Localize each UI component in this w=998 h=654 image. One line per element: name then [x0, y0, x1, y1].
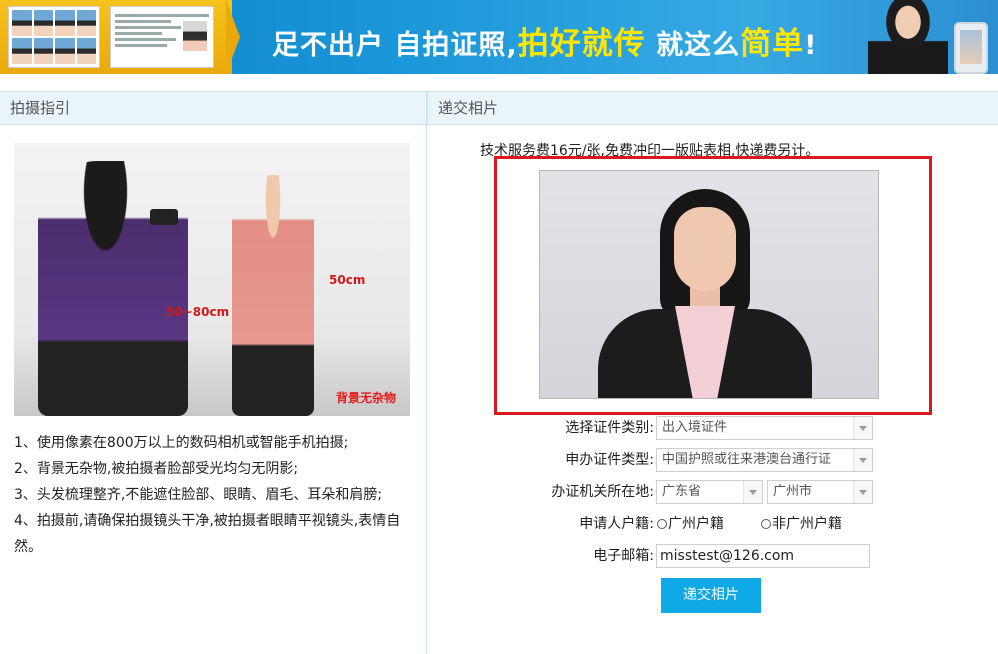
email-label: 电子邮箱: — [593, 548, 654, 564]
slogan-text-1: 足不出户 自拍证照, — [272, 30, 518, 61]
banner-person-image — [868, 0, 948, 74]
household-option-local: 广州户籍 — [668, 516, 724, 532]
subject-figure — [232, 175, 314, 416]
slogan-highlight-2: 简单 — [740, 26, 805, 62]
photo-highlight-frame — [494, 156, 932, 415]
radio-icon[interactable] — [761, 519, 771, 529]
form-sample-image — [110, 6, 214, 68]
column-divider — [426, 91, 427, 654]
camera-icon — [150, 209, 178, 225]
doc-type-label: 选择证件类别: — [565, 420, 654, 436]
apply-type-label: 申办证件类型: — [565, 452, 654, 468]
household-radio-nonlocal[interactable]: 非广州户籍 — [761, 512, 842, 536]
submit-heading: 递交相片 — [427, 91, 998, 125]
instruction-item: 4、拍摄前,请确保拍摄镜头干净,被拍摄者眼睛平视镜头,表情自然。 — [14, 513, 401, 555]
household-option-nonlocal: 非广州户籍 — [772, 516, 842, 532]
background-note-label: 背景无杂物 — [336, 391, 397, 405]
chevron-down-icon — [853, 417, 872, 439]
top-banner: 足不出户 自拍证照,拍好就传 就这么简单! — [0, 0, 998, 74]
chevron-down-icon — [743, 481, 762, 503]
location-label: 办证机关所在地: — [551, 484, 654, 500]
banner-slogan: 足不出户 自拍证照,拍好就传 就这么简单! — [272, 18, 817, 63]
province-value: 广东省 — [662, 484, 702, 499]
slogan-highlight-1: 拍好就传 — [517, 26, 646, 62]
city-select[interactable]: 广州市 — [767, 480, 873, 504]
background-distance-label: 50cm — [329, 273, 366, 287]
submit-photo-button[interactable]: 递交相片 — [661, 578, 761, 613]
doc-type-value: 出入境证件 — [662, 420, 728, 435]
slogan-text-2: 就这么 — [645, 30, 741, 61]
instruction-list: 1、使用像素在800万以上的数码相机或智能手机拍摄; 2、背景无杂物,被拍摄者脸… — [14, 430, 414, 560]
photographer-figure — [38, 161, 188, 416]
province-select[interactable]: 广东省 — [656, 480, 763, 504]
city-value: 广州市 — [773, 484, 813, 499]
radio-icon[interactable] — [657, 519, 667, 529]
apply-type-select[interactable]: 中国护照或往来港澳台通行证 — [656, 448, 873, 472]
instruction-item: 3、头发梳理整齐,不能遮住脸部、眼睛、眉毛、耳朵和肩膀; — [14, 487, 383, 503]
household-radio-local[interactable]: 广州户籍 — [657, 512, 724, 536]
apply-type-value: 中国护照或往来港澳台通行证 — [662, 452, 832, 467]
email-input[interactable]: misstest@126.com — [656, 544, 870, 568]
household-label: 申请人户籍: — [579, 516, 654, 532]
chevron-down-icon — [853, 481, 872, 503]
guide-heading: 拍摄指引 — [0, 91, 426, 125]
phone-icon — [954, 22, 988, 74]
distance-label: 50~80cm — [166, 305, 230, 319]
instruction-item: 2、背景无杂物,被拍摄者脸部受光均匀无阴影; — [14, 461, 299, 477]
banner-arrow — [226, 0, 240, 74]
doc-type-select[interactable]: 出入境证件 — [656, 416, 873, 440]
chevron-down-icon — [853, 449, 872, 471]
photo-sheet-sample — [8, 6, 100, 68]
instruction-item: 1、使用像素在800万以上的数码相机或智能手机拍摄; — [14, 435, 349, 451]
shooting-guide-photo: 50~80cm 50cm 背景无杂物 — [14, 143, 410, 416]
slogan-end: ! — [804, 30, 818, 61]
